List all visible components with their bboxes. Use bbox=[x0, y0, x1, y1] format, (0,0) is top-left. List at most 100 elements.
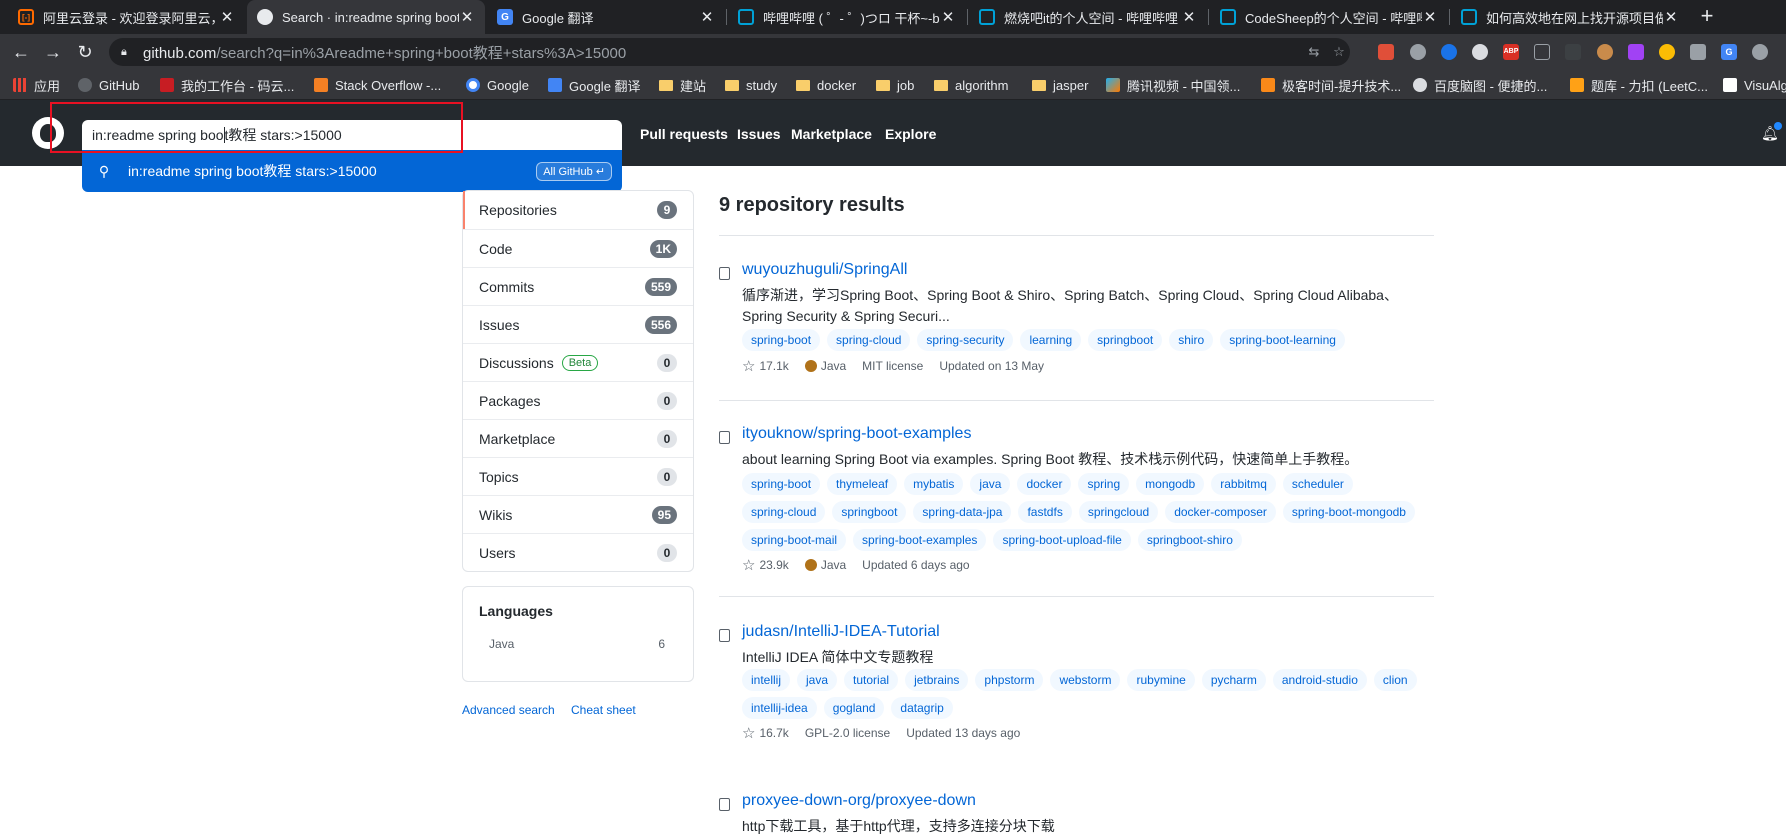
forward-button[interactable]: → bbox=[41, 40, 65, 64]
filter-users[interactable]: Users 0 bbox=[463, 533, 693, 571]
close-icon[interactable]: ✕ bbox=[699, 8, 715, 26]
bookmark-gitee[interactable]: 我的工作台 - 码云... bbox=[160, 76, 294, 94]
search-suggestion[interactable]: ⚲ in:readme spring boot教程 stars:>15000 A… bbox=[82, 150, 622, 192]
filter-marketplace[interactable]: Marketplace 0 bbox=[463, 419, 693, 457]
extension-icon[interactable] bbox=[1441, 44, 1457, 60]
topic-tag[interactable]: springboot-shiro bbox=[1137, 529, 1242, 551]
filter-discussions[interactable]: Discussions Beta 0 bbox=[463, 343, 693, 381]
topic-tag[interactable]: webstorm bbox=[1050, 669, 1121, 691]
nav-marketplace[interactable]: Marketplace bbox=[791, 126, 872, 142]
topic-tag[interactable]: gogland bbox=[823, 697, 885, 719]
bookmark-star-icon[interactable]: ☆ bbox=[1331, 44, 1347, 60]
close-icon[interactable]: ✕ bbox=[1422, 8, 1438, 26]
bookmark-google-translate[interactable]: Google 翻译 bbox=[548, 76, 641, 94]
bookmark-baidu-naotu[interactable]: 百度脑图 - 便捷的... bbox=[1413, 76, 1547, 94]
tab-bilibili-space-2[interactable]: CodeSheep的个人空间 - 哔哩哔哩 ✕ bbox=[1210, 0, 1448, 34]
topic-tag[interactable]: spring-boot-upload-file bbox=[993, 529, 1131, 551]
extension-icon[interactable] bbox=[1472, 44, 1488, 60]
adblock-icon[interactable]: ABP bbox=[1503, 44, 1519, 60]
filter-code[interactable]: Code 1K bbox=[463, 229, 693, 267]
repo-name-link[interactable]: proxyee-down-org/proxyee-down bbox=[742, 792, 976, 810]
cookie-icon[interactable] bbox=[1597, 44, 1613, 60]
topic-tag[interactable]: android-studio bbox=[1272, 669, 1367, 691]
extension-icon[interactable] bbox=[1690, 44, 1706, 60]
topic-tag[interactable]: rabbitmq bbox=[1211, 473, 1276, 495]
topic-tag[interactable]: tutorial bbox=[844, 669, 899, 691]
topic-tag[interactable]: datagrip bbox=[891, 697, 953, 719]
bookmark-geektime[interactable]: 极客时间-提升技术... bbox=[1261, 76, 1401, 94]
back-button[interactable]: ← bbox=[9, 40, 33, 64]
bookmark-folder-jasper[interactable]: jasper bbox=[1032, 76, 1088, 94]
translate-page-icon[interactable]: ⇆ bbox=[1306, 44, 1322, 60]
filter-wikis[interactable]: Wikis 95 bbox=[463, 495, 693, 533]
bookmark-folder-jianzhan[interactable]: 建站 bbox=[659, 76, 706, 94]
repo-name-link[interactable]: judasn/IntelliJ-IDEA-Tutorial bbox=[742, 623, 940, 641]
topic-tag[interactable]: spring-cloud bbox=[827, 329, 911, 351]
topic-tag[interactable]: springboot bbox=[832, 501, 907, 523]
topic-tag[interactable]: thymeleaf bbox=[827, 473, 898, 495]
extension-icon[interactable] bbox=[1628, 44, 1644, 60]
reload-button[interactable]: ↻ bbox=[73, 40, 97, 64]
bookmark-apps[interactable]: 应用 bbox=[13, 76, 60, 94]
filter-issues[interactable]: Issues 556 bbox=[463, 305, 693, 343]
bookmark-leetcode[interactable]: 题库 - 力扣 (LeetC... bbox=[1570, 76, 1708, 94]
topic-tag[interactable]: scheduler bbox=[1282, 473, 1353, 495]
topic-tag[interactable]: java bbox=[970, 473, 1011, 495]
repo-name-link[interactable]: wuyouzhuguli/SpringAll bbox=[742, 261, 907, 279]
bookmark-tencent-video[interactable]: 腾讯视频 - 中国领... bbox=[1106, 76, 1240, 94]
topic-tag[interactable]: docker bbox=[1017, 473, 1072, 495]
topic-tag[interactable]: jetbrains bbox=[905, 669, 969, 691]
language-filter-java[interactable]: Java 6 bbox=[479, 637, 677, 651]
topic-tag[interactable]: springboot bbox=[1088, 329, 1163, 351]
bookmark-visualgo[interactable]: VisuAlg bbox=[1723, 76, 1786, 94]
bookmark-google[interactable]: Google bbox=[466, 76, 529, 94]
topic-tag[interactable]: learning bbox=[1020, 329, 1082, 351]
tab-github-search[interactable]: Search · in:readme spring boot ✕ bbox=[247, 0, 485, 34]
nav-explore[interactable]: Explore bbox=[885, 126, 936, 142]
topic-tag[interactable]: spring-boot-mail bbox=[742, 529, 847, 551]
tab-google-translate[interactable]: G Google 翻译 ✕ bbox=[487, 0, 725, 34]
topic-tag[interactable]: mongodb bbox=[1136, 473, 1205, 495]
topic-tag[interactable]: spring-cloud bbox=[742, 501, 826, 523]
close-icon[interactable]: ✕ bbox=[459, 8, 475, 26]
extension-icon[interactable] bbox=[1378, 44, 1394, 60]
extension-icon[interactable] bbox=[1410, 44, 1426, 60]
extension-icon[interactable] bbox=[1752, 44, 1768, 60]
close-icon[interactable]: ✕ bbox=[1663, 8, 1679, 26]
topic-tag[interactable]: phpstorm bbox=[975, 669, 1044, 691]
bookmark-folder-study[interactable]: study bbox=[725, 76, 777, 94]
bookmark-folder-algorithm[interactable]: algorithm bbox=[934, 76, 1008, 94]
google-translate-icon[interactable]: G bbox=[1721, 44, 1737, 60]
topic-tag[interactable]: rubymine bbox=[1127, 669, 1195, 691]
star-count[interactable]: 17.1k bbox=[759, 359, 788, 373]
topic-tag[interactable]: java bbox=[797, 669, 838, 691]
topic-tag[interactable]: spring bbox=[1078, 473, 1130, 495]
repo-name-link[interactable]: ityouknow/spring-boot-examples bbox=[742, 425, 971, 443]
topic-tag[interactable]: spring-boot bbox=[742, 473, 821, 495]
topic-tag[interactable]: mybatis bbox=[904, 473, 964, 495]
filter-commits[interactable]: Commits 559 bbox=[463, 267, 693, 305]
filter-repositories[interactable]: Repositories 9 bbox=[463, 191, 693, 229]
bookmark-github[interactable]: GitHub bbox=[78, 76, 139, 94]
topic-tag[interactable]: spring-boot-examples bbox=[853, 529, 987, 551]
topic-tag[interactable]: spring-boot-learning bbox=[1220, 329, 1345, 351]
nav-issues[interactable]: Issues bbox=[737, 126, 781, 142]
star-count[interactable]: 16.7k bbox=[759, 726, 788, 740]
address-bar[interactable]: 🔒︎ github.com/search?q=in%3Areadme+sprin… bbox=[109, 38, 1350, 66]
cheat-sheet-link[interactable]: Cheat sheet bbox=[571, 703, 636, 717]
topic-tag[interactable]: pycharm bbox=[1201, 669, 1266, 691]
close-icon[interactable]: ✕ bbox=[219, 8, 235, 26]
github-search-input[interactable]: in:readme spring boo t教程 stars:>15000 bbox=[82, 120, 622, 150]
bookmark-stackoverflow[interactable]: Stack Overflow -... bbox=[314, 76, 441, 94]
close-icon[interactable]: ✕ bbox=[940, 8, 956, 26]
topic-tag[interactable]: spring-boot bbox=[742, 329, 821, 351]
tab-aliyun[interactable]: [-] 阿里云登录 - 欢迎登录阿里云，安全稳 ✕ bbox=[8, 0, 245, 34]
tab-bilibili-video[interactable]: 如何高效地在网上找开源项目做 ✕ bbox=[1451, 0, 1689, 34]
topic-tag[interactable]: spring-security bbox=[917, 329, 1014, 351]
star-count[interactable]: 23.9k bbox=[759, 558, 788, 572]
topic-tag[interactable]: intellij-idea bbox=[742, 697, 817, 719]
filter-packages[interactable]: Packages 0 bbox=[463, 381, 693, 419]
topic-tag[interactable]: fastdfs bbox=[1018, 501, 1072, 523]
topic-tag[interactable]: spring-data-jpa bbox=[913, 501, 1012, 523]
bookmark-folder-docker[interactable]: docker bbox=[796, 76, 856, 94]
